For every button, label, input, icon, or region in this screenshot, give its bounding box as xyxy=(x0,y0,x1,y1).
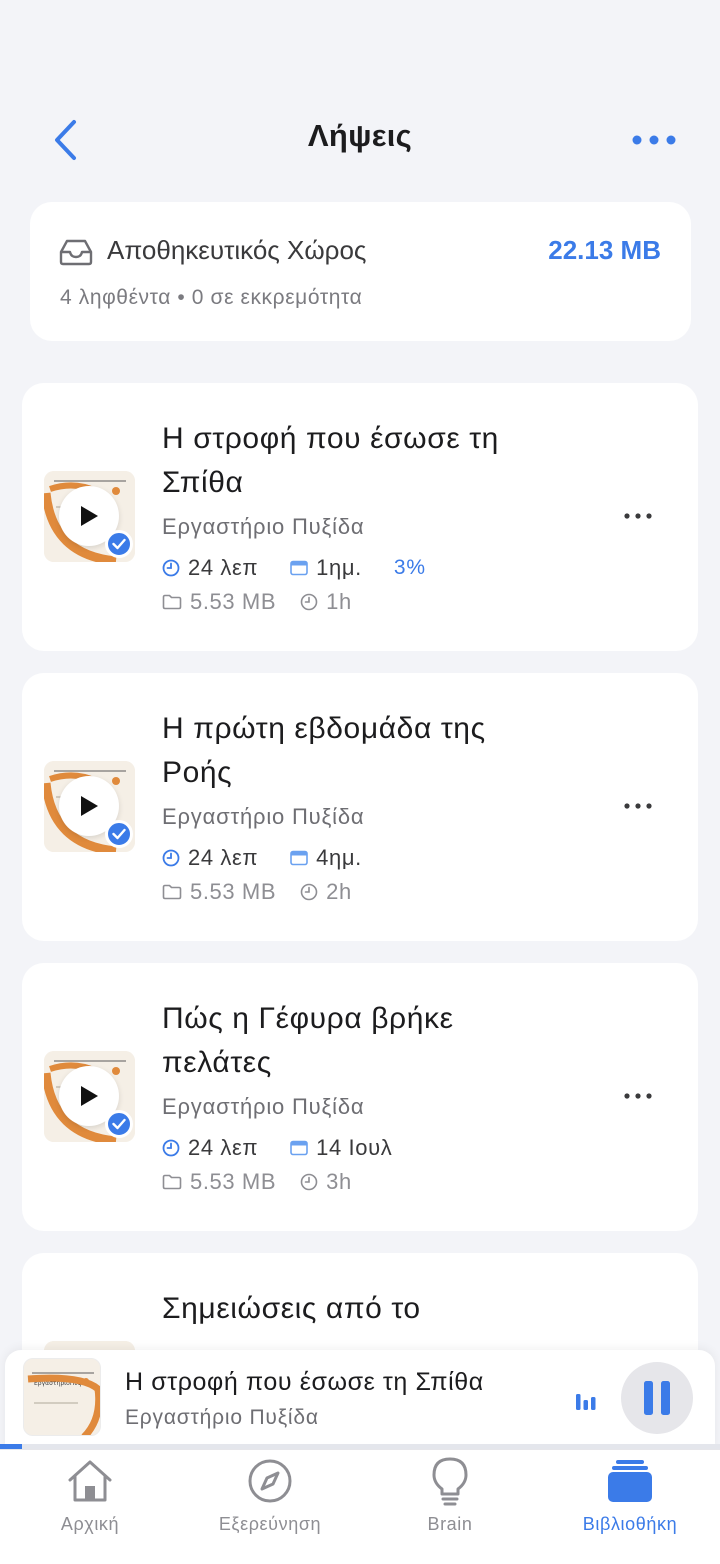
storage-label: Αποθηκευτικός Χώρος xyxy=(107,235,367,265)
library-stack-icon xyxy=(608,1460,652,1502)
episode-downloaded-ago-text: 2h xyxy=(326,879,352,904)
mini-player-artwork[interactable]: ΕργαστήριοΠυξίδα xyxy=(23,1358,101,1436)
clock-icon xyxy=(300,1173,318,1191)
episode-duration-text: 24 λεπ xyxy=(188,845,259,870)
episode-file-size: 5.53 MB xyxy=(162,1169,276,1195)
clock-icon xyxy=(162,559,180,577)
episode-meta-secondary: 5.53 MB 3h xyxy=(162,1167,352,1197)
episode-meta-primary: 24 λεπ 1ημ. 3% xyxy=(162,553,426,583)
clock-icon xyxy=(162,849,180,867)
folder-icon xyxy=(162,594,182,610)
tab-bar: Αρχική Εξερεύνηση Brain Βιβλιοθήκη xyxy=(0,1449,720,1564)
checkmark-icon xyxy=(112,1118,126,1130)
episode-card[interactable]: Η στροφή που έσωσε τη Σπίθα Εργαστήριο Π… xyxy=(22,383,698,651)
episode-file-size-text: 5.53 MB xyxy=(190,1169,277,1194)
episode-meta-secondary: 5.53 MB 1h xyxy=(162,587,352,617)
folder-icon xyxy=(162,884,182,900)
tab-library[interactable]: Βιβλιοθήκη xyxy=(540,1450,720,1550)
ellipsis-icon xyxy=(632,135,676,145)
episode-more-button[interactable] xyxy=(618,791,658,821)
episode-more-button[interactable] xyxy=(618,1081,658,1111)
tab-brain-label: Brain xyxy=(427,1514,473,1534)
calendar-icon xyxy=(290,560,308,576)
inbox-tray-icon xyxy=(59,239,93,266)
episode-title: Η πρώτη εβδομάδα της Ροής xyxy=(162,712,486,789)
episode-date: 1ημ. xyxy=(290,555,362,581)
storage-size: 22.13 MB xyxy=(548,235,661,265)
mini-player-title: Η στροφή που έσωσε τη Σπίθα xyxy=(125,1368,484,1396)
mini-player[interactable]: ΕργαστήριοΠυξίδα Η στροφή που έσωσε τη Σ… xyxy=(5,1350,715,1448)
episode-duration: 24 λεπ xyxy=(162,845,258,871)
home-icon xyxy=(68,1460,112,1502)
episode-date-text: 1ημ. xyxy=(316,555,362,580)
episode-progress: 3% xyxy=(393,556,426,579)
episode-title: Πώς η Γέφυρα βρήκε πελάτες xyxy=(162,1002,454,1079)
clock-icon xyxy=(300,883,318,901)
tab-library-label: Βιβλιοθήκη xyxy=(582,1514,678,1534)
episode-date: 14 Ιουλ xyxy=(290,1135,392,1161)
episode-title: Σημειώσεις από το xyxy=(162,1292,421,1325)
episode-file-size: 5.53 MB xyxy=(162,589,276,615)
episode-file-size-text: 5.53 MB xyxy=(190,879,277,904)
episode-meta-primary: 24 λεπ 4ημ. xyxy=(162,843,394,873)
compass-icon xyxy=(248,1459,292,1503)
tab-explore[interactable]: Εξερεύνηση xyxy=(180,1450,360,1550)
lightbulb-icon xyxy=(432,1457,468,1506)
episode-duration-text: 24 λεπ xyxy=(188,555,259,580)
more-options-button[interactable] xyxy=(624,120,684,160)
episode-downloaded-ago-text: 1h xyxy=(326,589,352,614)
storage-summary: 4 ληφθέντα • 0 σε εκκρεμότητα xyxy=(60,286,363,309)
play-icon xyxy=(81,1086,98,1106)
downloaded-badge xyxy=(105,530,133,558)
storage-card: Αποθηκευτικός Χώρος 22.13 MB 4 ληφθέντα … xyxy=(30,202,691,341)
episode-downloaded-ago: 3h xyxy=(300,1169,352,1195)
tab-home-label: Αρχική xyxy=(60,1514,120,1534)
ellipsis-icon xyxy=(624,513,652,519)
downloaded-badge xyxy=(105,1110,133,1138)
play-icon xyxy=(81,796,98,816)
ellipsis-icon xyxy=(624,1093,652,1099)
episode-duration-text: 24 λεπ xyxy=(188,1135,259,1160)
page-title: Λήψεις xyxy=(307,118,413,153)
clock-icon xyxy=(162,1139,180,1157)
episode-file-size: 5.53 MB xyxy=(162,879,276,905)
episode-duration: 24 λεπ xyxy=(162,555,258,581)
episode-downloaded-ago: 1h xyxy=(300,589,352,615)
episode-meta-secondary: 5.53 MB 2h xyxy=(162,877,352,907)
mini-player-author: Εργαστήριο Πυξίδα xyxy=(125,1406,319,1429)
pause-button[interactable] xyxy=(621,1362,693,1434)
tab-brain[interactable]: Brain xyxy=(360,1450,540,1550)
calendar-icon xyxy=(290,850,308,866)
episode-card[interactable]: Πώς η Γέφυρα βρήκε πελάτες Εργαστήριο Πυ… xyxy=(22,963,698,1231)
equalizer-icon xyxy=(576,1394,596,1410)
episode-card[interactable]: Η πρώτη εβδομάδα της Ροής Εργαστήριο Πυξ… xyxy=(22,673,698,941)
play-icon xyxy=(81,506,98,526)
calendar-icon xyxy=(290,1140,308,1156)
episode-title: Η στροφή που έσωσε τη Σπίθα xyxy=(162,422,499,499)
episode-date: 4ημ. xyxy=(290,845,362,871)
folder-icon xyxy=(162,1174,182,1190)
cover-art: ΕργαστήριοΠυξίδα xyxy=(24,1359,100,1435)
downloaded-badge xyxy=(105,820,133,848)
clock-icon xyxy=(300,593,318,611)
episode-date-text: 14 Ιουλ xyxy=(316,1135,393,1160)
episode-author: Εργαστήριο Πυξίδα xyxy=(162,1094,365,1119)
checkmark-icon xyxy=(112,828,126,840)
episode-author: Εργαστήριο Πυξίδα xyxy=(162,514,365,539)
header: Λήψεις xyxy=(0,0,720,180)
episode-downloaded-ago: 2h xyxy=(300,879,352,905)
episode-author: Εργαστήριο Πυξίδα xyxy=(162,804,365,829)
tab-explore-label: Εξερεύνηση xyxy=(218,1514,322,1534)
ellipsis-icon xyxy=(624,803,652,809)
episode-more-button[interactable] xyxy=(618,501,658,531)
tab-home[interactable]: Αρχική xyxy=(0,1450,180,1550)
episode-meta-primary: 24 λεπ 14 Ιουλ xyxy=(162,1133,424,1163)
pause-icon xyxy=(644,1381,670,1415)
episode-date-text: 4ημ. xyxy=(316,845,362,870)
episode-file-size-text: 5.53 MB xyxy=(190,589,277,614)
episode-duration: 24 λεπ xyxy=(162,1135,258,1161)
checkmark-icon xyxy=(112,538,126,550)
episode-downloaded-ago-text: 3h xyxy=(326,1169,352,1194)
